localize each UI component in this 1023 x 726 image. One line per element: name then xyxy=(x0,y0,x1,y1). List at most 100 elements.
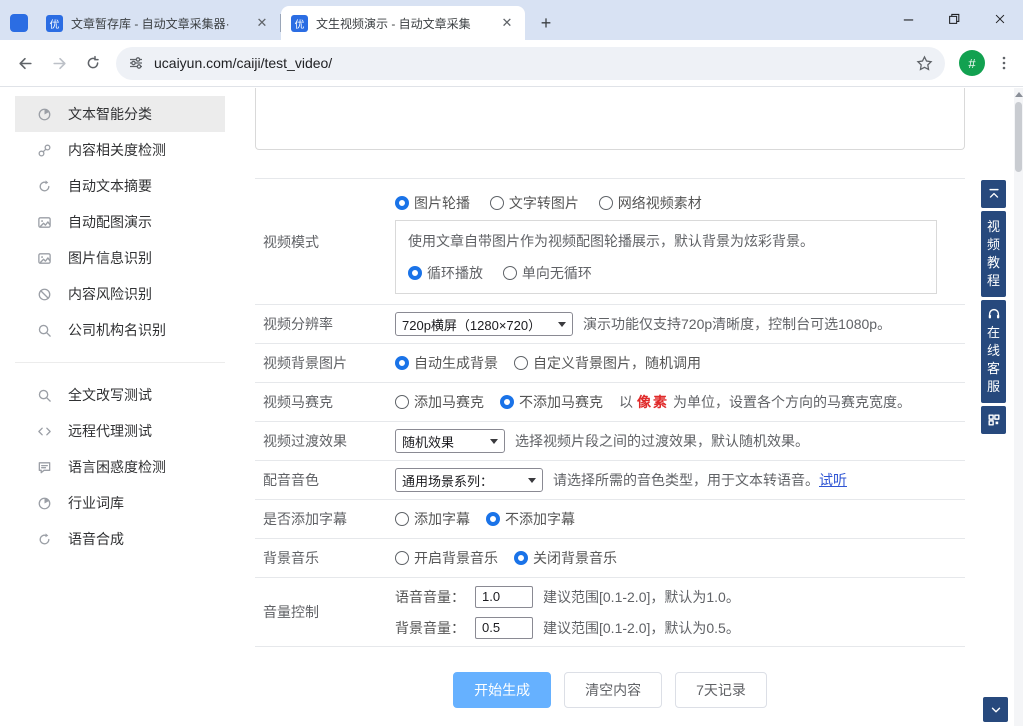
url-text[interactable]: ucaiyun.com/caiji/test_video/ xyxy=(154,55,332,71)
radio-dot-icon xyxy=(514,356,528,370)
clear-button[interactable]: 清空内容 xyxy=(564,672,662,708)
radio-custom-background[interactable]: 自定义背景图片，随机调用 xyxy=(514,353,701,373)
scroll-down-button[interactable] xyxy=(983,697,1008,722)
sidebar-item-perplexity-check[interactable]: 语言困惑度检测 xyxy=(15,449,225,485)
radio-dot-icon xyxy=(514,551,528,565)
radio-text-to-image[interactable]: 文字转图片 xyxy=(490,193,579,213)
sidebar-item-label: 内容风险识别 xyxy=(68,284,152,304)
resolution-select[interactable]: 720p横屏（1280×720） xyxy=(395,312,573,336)
sidebar-item-risk-detection[interactable]: 内容风险识别 xyxy=(15,276,225,312)
scrollbar-up-arrow-icon[interactable] xyxy=(1015,92,1023,97)
sidebar-item-image-recognition[interactable]: 图片信息识别 xyxy=(15,240,225,276)
restore-button[interactable] xyxy=(931,0,977,38)
row-background-image: 视频背景图片 自动生成背景 自定义背景图片，随机调用 xyxy=(255,344,965,383)
tab-favicon: 优 xyxy=(291,15,308,32)
voice-volume-label: 语音音量： xyxy=(395,587,465,607)
browser-toolbar: ucaiyun.com/caiji/test_video/ # xyxy=(0,40,1023,87)
row-volume: 音量控制 语音音量： 建议范围[0.1-2.0]，默认为1.0。 背景音量： 建… xyxy=(255,578,965,647)
radio-label: 添加字幕 xyxy=(414,509,470,529)
qr-code-button[interactable] xyxy=(981,406,1006,434)
sidebar-item-speech-synthesis[interactable]: 语音合成 xyxy=(15,521,225,557)
transition-select[interactable]: 随机效果 xyxy=(395,429,505,453)
sidebar-item-label: 全文改写测试 xyxy=(68,385,152,405)
radio-label: 关闭背景音乐 xyxy=(533,548,617,568)
radio-label: 添加马赛克 xyxy=(414,392,484,412)
sidebar-item-proxy-test[interactable]: 远程代理测试 xyxy=(15,413,225,449)
article-input[interactable] xyxy=(255,88,965,150)
radio-dot-icon xyxy=(490,196,504,210)
new-tab-button[interactable]: + xyxy=(533,10,559,36)
online-service-label: 在线客服 xyxy=(987,324,1001,396)
radio-dot-icon xyxy=(395,512,409,526)
floating-toolbar: 视频教程 在线客服 xyxy=(981,180,1006,434)
back-to-top-button[interactable] xyxy=(981,180,1006,208)
radio-label: 开启背景音乐 xyxy=(414,548,498,568)
ban-icon xyxy=(37,287,52,302)
forward-icon[interactable] xyxy=(42,46,76,80)
pinned-favicon[interactable] xyxy=(10,14,28,32)
tab-strip: 优 文章暂存库 - 自动文章采集器· ✕ 优 文生视频演示 - 自动文章采集 ✕… xyxy=(0,0,1023,40)
sidebar-item-auto-summary[interactable]: 自动文本摘要 xyxy=(15,168,225,204)
radio-add-subtitle[interactable]: 添加字幕 xyxy=(395,509,470,529)
voice-volume-input[interactable] xyxy=(475,586,533,608)
radio-dot-icon xyxy=(395,551,409,565)
sidebar-item-label: 内容相关度检测 xyxy=(68,140,166,160)
radio-dot-icon xyxy=(500,395,514,409)
profile-avatar[interactable]: # xyxy=(959,50,985,76)
page-content: 文本智能分类 内容相关度检测 自动文本摘要 自动配图演示 图片信息识别 内容风险… xyxy=(0,88,1023,726)
sidebar-divider xyxy=(15,362,225,363)
voice-hint: 请选择所需的音色类型，用于文本转语音。 xyxy=(553,470,819,490)
radio-web-video-material[interactable]: 网络视频素材 xyxy=(599,193,702,213)
radio-music-on[interactable]: 开启背景音乐 xyxy=(395,548,498,568)
audition-link[interactable]: 试听 xyxy=(819,470,847,490)
resolution-hint: 演示功能仅支持720p清晰度，控制台可选1080p。 xyxy=(583,314,891,334)
field-label: 视频分辨率 xyxy=(255,305,395,343)
radio-add-mosaic[interactable]: 添加马赛克 xyxy=(395,392,484,412)
bgm-volume-input[interactable] xyxy=(475,617,533,639)
field-label: 视频马赛克 xyxy=(255,383,395,421)
radio-image-carousel[interactable]: 图片轮播 xyxy=(395,193,470,213)
voice-select[interactable]: 通用场景系列： xyxy=(395,468,543,492)
radio-no-loop[interactable]: 单向无循环 xyxy=(503,263,592,283)
page-scrollbar[interactable] xyxy=(1014,88,1023,726)
minimize-button[interactable] xyxy=(885,0,931,38)
image-icon xyxy=(37,251,52,266)
radio-label: 自定义背景图片，随机调用 xyxy=(533,353,701,373)
sidebar-item-label: 自动配图演示 xyxy=(68,212,152,232)
online-service-button[interactable]: 在线客服 xyxy=(981,300,1006,403)
sidebar-item-auto-image-demo[interactable]: 自动配图演示 xyxy=(15,204,225,240)
field-label: 背景音乐 xyxy=(255,539,395,577)
radio-music-off[interactable]: 关闭背景音乐 xyxy=(514,548,617,568)
close-button[interactable] xyxy=(977,0,1023,38)
sidebar-item-rewrite-test[interactable]: 全文改写测试 xyxy=(15,377,225,413)
scrollbar-thumb[interactable] xyxy=(1015,102,1022,172)
radio-auto-background[interactable]: 自动生成背景 xyxy=(395,353,498,373)
sidebar-item-label: 公司机构名识别 xyxy=(68,320,166,340)
browser-menu-icon[interactable] xyxy=(993,55,1015,71)
radio-no-subtitle[interactable]: 不添加字幕 xyxy=(486,509,575,529)
generate-button[interactable]: 开始生成 xyxy=(453,672,551,708)
tab-close-icon[interactable]: ✕ xyxy=(254,15,270,31)
tab-close-icon[interactable]: ✕ xyxy=(499,15,515,31)
row-transition: 视频过渡效果 随机效果 选择视频片段之间的过渡效果，默认随机效果。 xyxy=(255,422,965,461)
site-info-icon[interactable] xyxy=(128,55,144,71)
field-label: 视频背景图片 xyxy=(255,344,395,382)
sidebar-item-org-name-recognition[interactable]: 公司机构名识别 xyxy=(15,312,225,348)
radio-no-mosaic[interactable]: 不添加马赛克 xyxy=(500,392,603,412)
address-bar[interactable]: ucaiyun.com/caiji/test_video/ xyxy=(116,47,945,80)
back-icon[interactable] xyxy=(8,46,42,80)
radio-loop-play[interactable]: 循环播放 xyxy=(408,263,483,283)
bookmark-star-icon[interactable] xyxy=(916,55,933,72)
sidebar-item-relevance-check[interactable]: 内容相关度检测 xyxy=(15,132,225,168)
tab-video-demo[interactable]: 优 文生视频演示 - 自动文章采集 ✕ xyxy=(281,6,525,40)
video-tutorial-button[interactable]: 视频教程 xyxy=(981,211,1006,297)
records-button[interactable]: 7天记录 xyxy=(675,672,767,708)
tab-article-library[interactable]: 优 文章暂存库 - 自动文章采集器· ✕ xyxy=(36,6,280,40)
sidebar-item-label: 行业词库 xyxy=(68,493,124,513)
refresh-icon xyxy=(37,179,52,194)
sidebar-item-industry-lexicon[interactable]: 行业词库 xyxy=(15,485,225,521)
sidebar-item-text-classification[interactable]: 文本智能分类 xyxy=(15,96,225,132)
pie-chart-icon xyxy=(37,496,52,511)
reload-icon[interactable] xyxy=(76,46,110,80)
mode-description: 使用文章自带图片作为视频配图轮播展示，默认背景为炫彩背景。 xyxy=(408,231,924,251)
